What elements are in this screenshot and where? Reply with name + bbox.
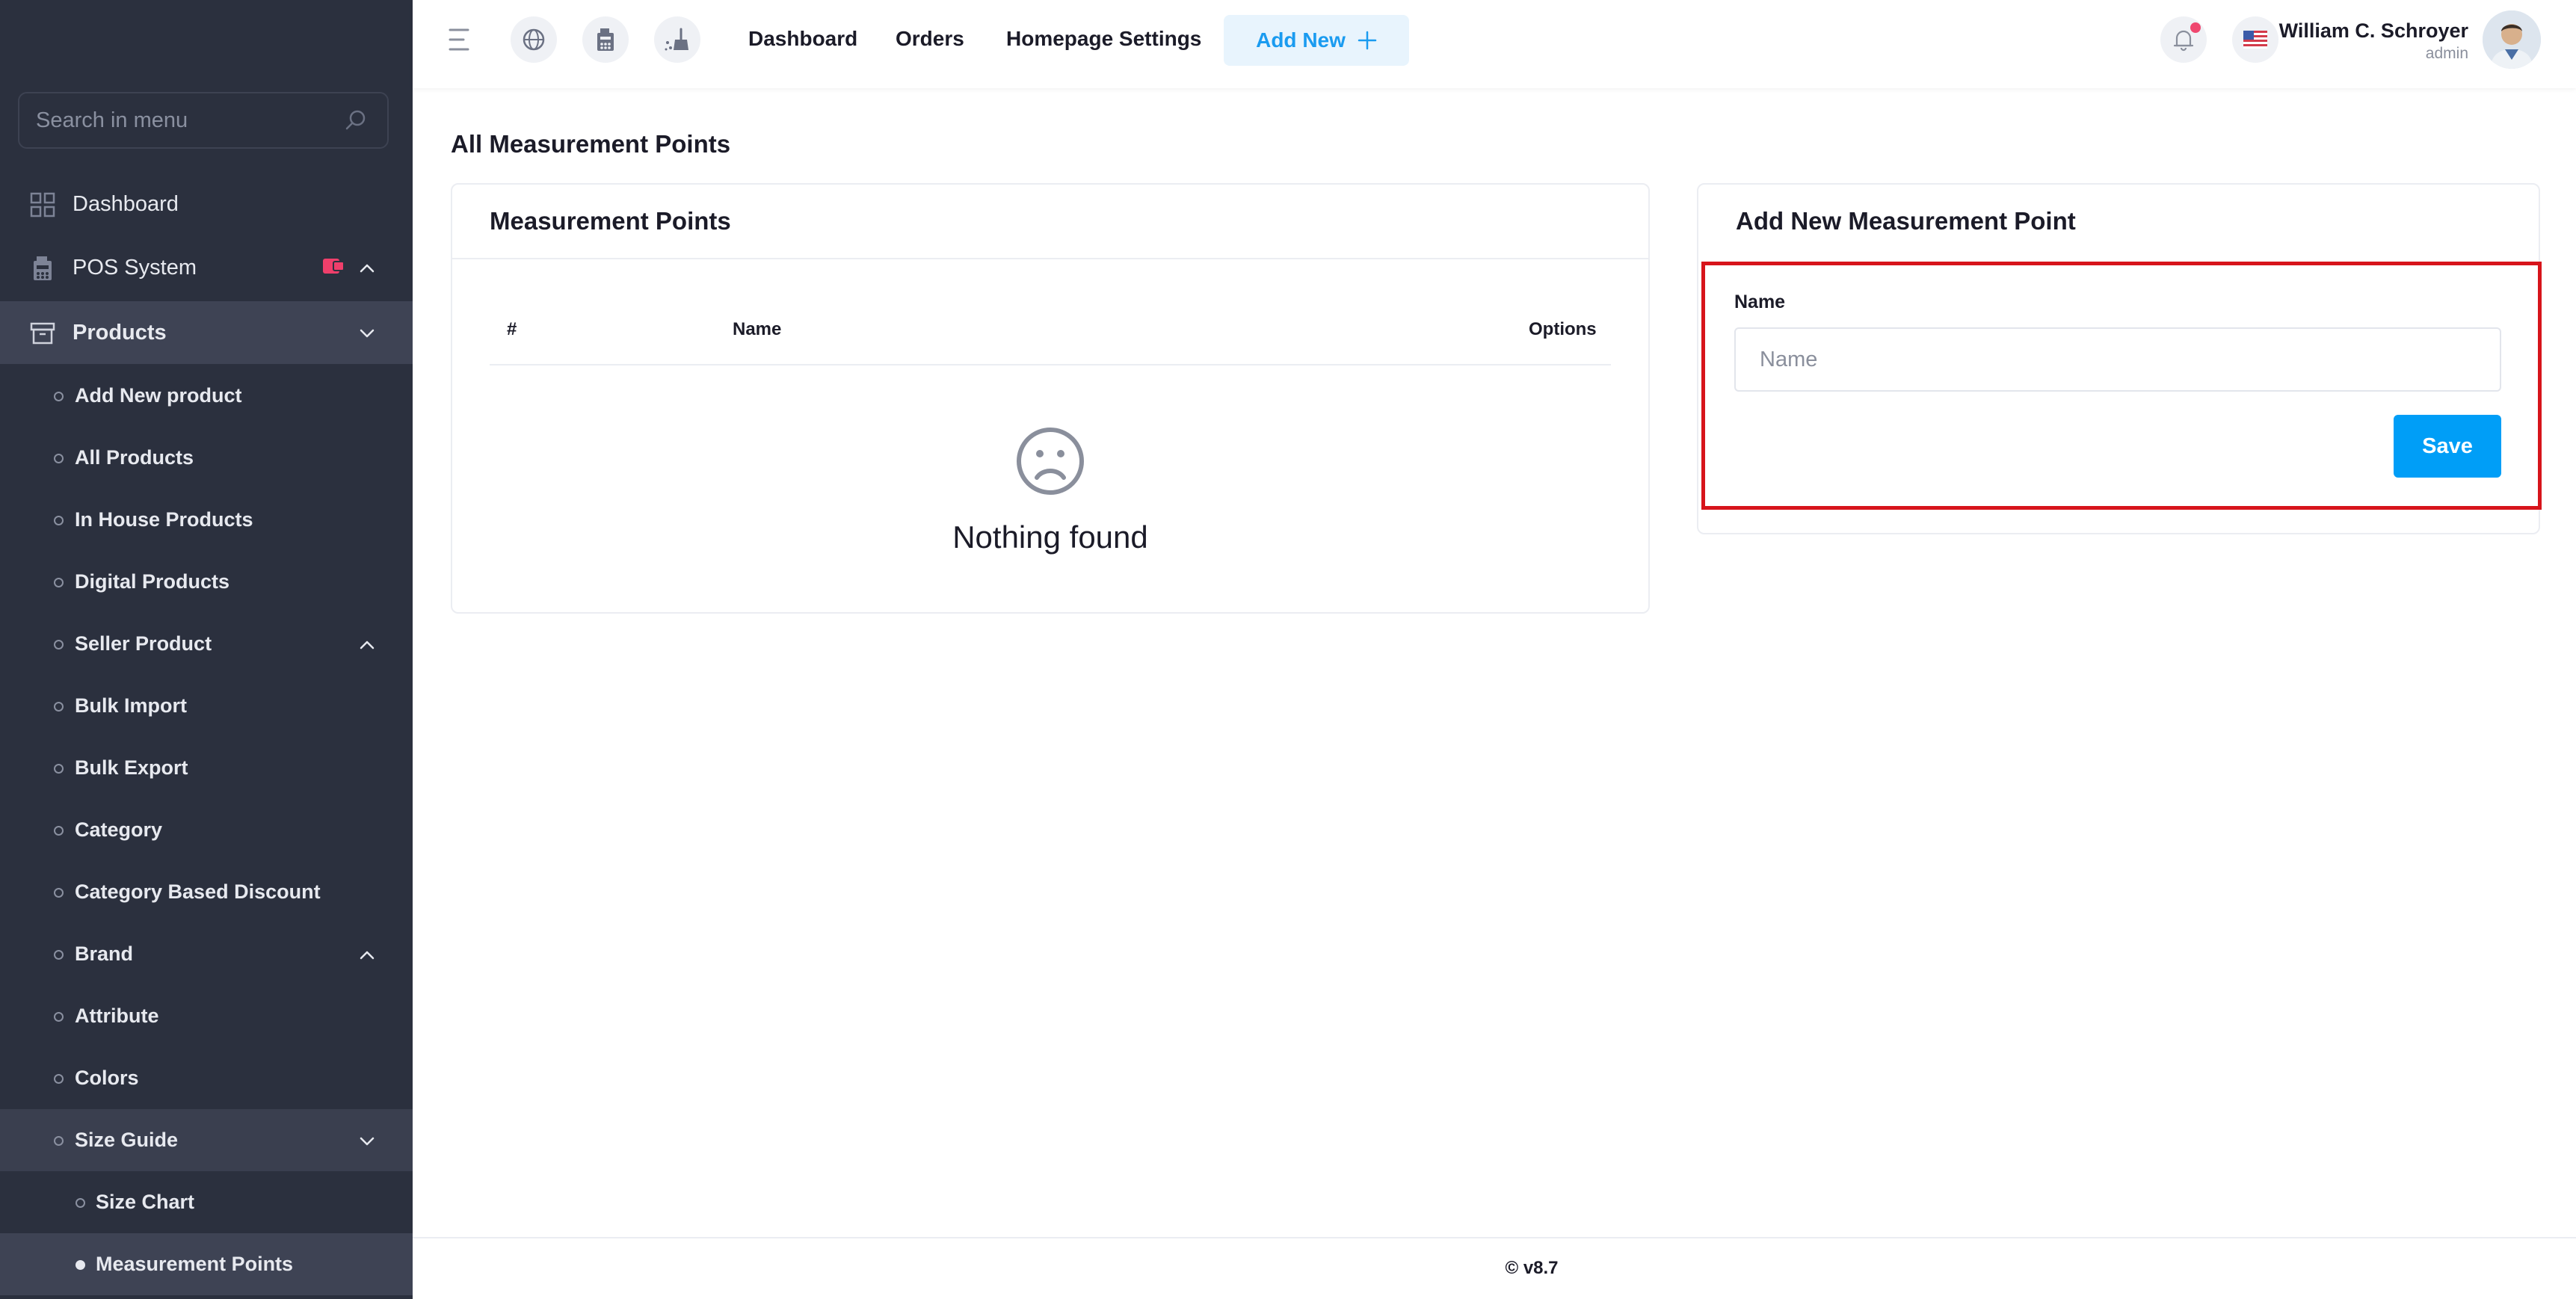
bullet-icon	[54, 516, 64, 525]
sidebar-subitem-label: Bulk Import	[75, 694, 188, 717]
sad-face-icon	[1017, 428, 1084, 495]
add-new-button[interactable]: Add New	[1224, 15, 1409, 66]
topbar: Dashboard Orders Homepage Settings Add N…	[413, 0, 2576, 88]
chevron-up-icon[interactable]	[357, 635, 377, 655]
user-avatar-icon	[2483, 10, 2541, 69]
sidebar-item-label: POS System	[73, 255, 197, 280]
card-title: Measurement Points	[490, 207, 731, 235]
sidebar-subitem-label: Measurement Points	[96, 1253, 294, 1275]
chevron-down-icon[interactable]	[357, 324, 377, 343]
sidebar-subitem-all-products[interactable]: All Products	[0, 427, 413, 489]
sidebar-item-pos-system[interactable]: POS System	[0, 236, 413, 299]
sidebar-subitem-label: Category Based Discount	[75, 880, 321, 903]
plus-icon	[1358, 31, 1377, 50]
column-header-options: Options	[1529, 319, 1597, 339]
bullet-icon	[54, 764, 64, 774]
sidebar-subitem-label: Size Guide	[75, 1129, 179, 1151]
bullet-icon	[54, 392, 64, 401]
card-header: Measurement Points	[452, 185, 1648, 259]
sidebar-subitem-colors[interactable]: Colors	[0, 1047, 413, 1109]
menu-toggle-icon[interactable]	[449, 27, 475, 52]
avatar[interactable]	[2483, 10, 2541, 69]
user-name[interactable]: William C. Schroyer	[2154, 19, 2468, 43]
bullet-icon	[54, 826, 64, 836]
box-icon	[30, 322, 55, 345]
sale-tag-icon	[323, 259, 345, 274]
chevron-up-icon[interactable]	[357, 945, 377, 965]
sidebar-subitem-measurement-points[interactable]: Measurement Points	[0, 1233, 413, 1295]
chevron-down-icon[interactable]	[357, 1132, 377, 1151]
sidebar-subitem-label: Digital Products	[75, 570, 230, 593]
broom-icon	[665, 28, 688, 51]
top-link-orders[interactable]: Orders	[896, 27, 964, 51]
sidebar-subitem-bulk-export[interactable]: Bulk Export	[0, 737, 413, 799]
sidebar-subitem-category-based-discount[interactable]: Category Based Discount	[0, 861, 413, 923]
bullet-icon	[54, 640, 64, 650]
website-button[interactable]	[511, 16, 557, 63]
bullet-icon	[54, 950, 64, 960]
sidebar-subitem-label: Seller Product	[75, 632, 212, 655]
sidebar-search	[18, 92, 389, 149]
name-field-label: Name	[1734, 291, 1786, 312]
sidebar-item-dashboard[interactable]: Dashboard	[0, 173, 413, 235]
save-button[interactable]: Save	[2394, 415, 2501, 478]
top-link-dashboard[interactable]: Dashboard	[748, 27, 857, 51]
sidebar-subitem-label: All Products	[75, 446, 194, 469]
bullet-icon	[54, 1012, 64, 1022]
sidebar-subitem-attribute[interactable]: Attribute	[0, 985, 413, 1047]
bullet-icon	[54, 1136, 64, 1146]
pos-button[interactable]	[582, 16, 629, 63]
grid-icon	[30, 192, 55, 217]
sidebar-subitem-label: Brand	[75, 942, 134, 965]
measurement-points-card: Measurement Points # Name Options Nothin…	[451, 183, 1650, 614]
search-icon[interactable]	[344, 108, 368, 132]
table-header-divider	[490, 364, 1611, 365]
bullet-icon	[54, 1074, 64, 1084]
top-link-homepage-settings[interactable]: Homepage Settings	[1006, 27, 1201, 51]
sidebar-subitem-seller-product[interactable]: Seller Product	[0, 613, 413, 675]
globe-icon	[523, 28, 545, 51]
add-new-label: Add New	[1256, 28, 1346, 52]
sidebar-subitem-label: Add New product	[75, 384, 242, 407]
bullet-icon	[54, 702, 64, 712]
bullet-icon	[54, 578, 64, 587]
sidebar-subitem-label: Size Chart	[96, 1191, 195, 1213]
sidebar-subitem-label: Attribute	[75, 1005, 159, 1027]
sidebar-item-label: Products	[73, 320, 167, 345]
sidebar-subitem-label: Category	[75, 818, 163, 841]
chevron-up-icon[interactable]	[357, 259, 377, 278]
sidebar-subitem-brand[interactable]: Brand	[0, 923, 413, 985]
bullet-icon	[76, 1260, 85, 1270]
bullet-icon	[76, 1198, 85, 1208]
sidebar-subitem-digital-products[interactable]: Digital Products	[0, 551, 413, 613]
sidebar-subitem-label: In House Products	[75, 508, 253, 531]
sidebar-subitem-in-house-products[interactable]: In House Products	[0, 489, 413, 551]
name-input[interactable]	[1734, 327, 2501, 392]
sidebar-item-products[interactable]: Products	[0, 301, 413, 364]
card-title: Add New Measurement Point	[1736, 207, 2076, 235]
sidebar-subitem-size-chart[interactable]: Size Chart	[0, 1171, 413, 1233]
sidebar-search-input[interactable]	[36, 93, 335, 147]
page-title: All Measurement Points	[451, 130, 731, 158]
sidebar-subitem-add-new-product[interactable]: Add New product	[0, 365, 413, 427]
sidebar-item-label: Dashboard	[73, 191, 179, 216]
sidebar-subitem-label: Colors	[75, 1067, 139, 1089]
bullet-icon	[54, 888, 64, 898]
column-header-name: Name	[733, 319, 782, 339]
sidebar-subitem-category[interactable]: Category	[0, 799, 413, 861]
calculator-icon	[597, 28, 614, 51]
user-role: admin	[2425, 45, 2468, 62]
card-header: Add New Measurement Point	[1698, 185, 2539, 259]
sidebar-subitem-label: Bulk Export	[75, 756, 188, 779]
footer: © v8.7	[413, 1237, 2576, 1299]
empty-state-text: Nothing found	[952, 519, 1148, 555]
calculator-icon	[34, 256, 52, 280]
clear-cache-button[interactable]	[654, 16, 700, 63]
sidebar-subitem-size-guide[interactable]: Size Guide	[0, 1109, 413, 1171]
column-header-index: #	[507, 319, 517, 339]
footer-version: © v8.7	[1505, 1258, 1559, 1278]
sidebar-subitem-bulk-import[interactable]: Bulk Import	[0, 675, 413, 737]
bullet-icon	[54, 454, 64, 463]
sidebar: Dashboard POS System Products	[0, 0, 413, 1299]
